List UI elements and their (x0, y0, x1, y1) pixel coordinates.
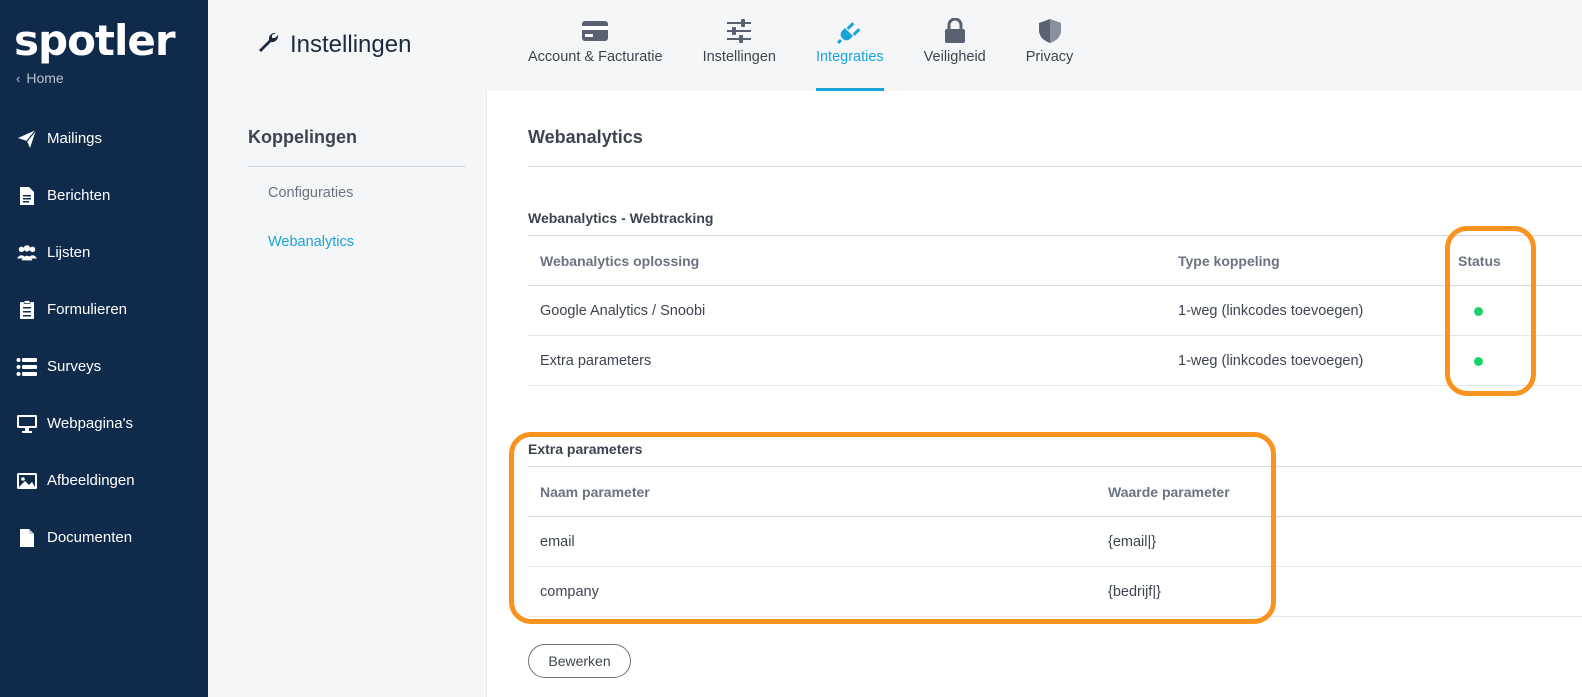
sidebar-item-webpaginas[interactable]: Webpagina's (0, 395, 208, 452)
tab-integraties[interactable]: Integraties (796, 0, 904, 91)
column-header-status: Status (1458, 253, 1501, 269)
main-divider (528, 166, 1582, 167)
edit-button[interactable]: Bewerken (528, 644, 631, 678)
page-title: Instellingen (256, 30, 411, 59)
webtracking-title: Webanalytics - Webtracking (528, 210, 714, 226)
table-row: company {bedrijf|} (528, 567, 1582, 617)
tab-instellingen[interactable]: Instellingen (683, 0, 796, 91)
subnav-title: Koppelingen (248, 127, 357, 147)
spotler-logo[interactable]: spotler (14, 16, 176, 65)
solution-cell: Google Analytics / Snoobi (540, 303, 706, 319)
sidebar-item-formulieren[interactable]: Formulieren (0, 281, 208, 338)
header: Instellingen Account & Facturatie Instel… (208, 0, 1582, 91)
param-name-cell: email (540, 534, 575, 550)
tab-label: Privacy (1025, 49, 1074, 65)
sidebar-item-lijsten[interactable]: Lijsten (0, 224, 208, 281)
param-value-cell: {email|} (1108, 534, 1157, 550)
subnav-panel: Koppelingen Configuraties Webanalytics (208, 91, 486, 697)
table-header-row: Naam parameter Waarde parameter (528, 467, 1582, 517)
shield-icon (1038, 18, 1062, 44)
settings-tabs: Account & Facturatie Instellingen Integr… (508, 0, 1093, 91)
table-row: Extra parameters 1-weg (linkcodes toevoe… (528, 336, 1582, 386)
chevron-left-icon: ‹ (16, 71, 21, 86)
sidebar: spotler ‹ Home Mailings Berichten Lijsten (0, 0, 208, 697)
wrench-icon (256, 30, 280, 59)
column-header-solution: Webanalytics oplossing (540, 253, 700, 269)
tab-privacy[interactable]: Privacy (1006, 0, 1094, 91)
main-title: Webanalytics (528, 127, 643, 147)
sidebar-item-afbeeldingen[interactable]: Afbeeldingen (0, 452, 208, 509)
monitor-icon (16, 413, 38, 435)
param-value-cell: {bedrijf|} (1108, 584, 1161, 600)
tab-label: Veiligheid (923, 49, 986, 65)
subnav-item-configuraties[interactable]: Configuraties (268, 185, 353, 201)
home-link[interactable]: ‹ Home (16, 70, 64, 86)
subnav-item-webanalytics[interactable]: Webanalytics (268, 234, 354, 250)
credit-card-icon (581, 18, 609, 44)
sidebar-item-documenten[interactable]: Documenten (0, 509, 208, 566)
sidebar-nav: Mailings Berichten Lijsten Formulieren S… (0, 110, 208, 566)
column-header-type: Type koppeling (1178, 253, 1280, 269)
tab-label: Integraties (815, 49, 884, 65)
sidebar-item-label: Berichten (47, 187, 111, 204)
lock-icon (944, 18, 966, 44)
status-cell (1474, 286, 1483, 336)
sidebar-item-berichten[interactable]: Berichten (0, 167, 208, 224)
sidebar-item-label: Lijsten (47, 244, 91, 261)
tab-label: Instellingen (702, 49, 776, 65)
status-active-dot (1474, 356, 1483, 366)
plug-icon (836, 18, 863, 44)
column-header-name: Naam parameter (540, 484, 650, 500)
type-cell: 1-weg (linkcodes toevoegen) (1178, 303, 1364, 319)
status-active-dot (1474, 306, 1483, 316)
subnav-divider (248, 166, 466, 167)
status-cell (1474, 336, 1483, 386)
sidebar-item-label: Documenten (47, 529, 133, 546)
users-icon (16, 242, 38, 264)
table-row: email {email|} (528, 517, 1582, 567)
sidebar-item-label: Formulieren (47, 301, 128, 318)
sidebar-item-label: Afbeeldingen (47, 472, 135, 489)
sidebar-item-label: Webpagina's (47, 415, 133, 432)
webtracking-table: Webanalytics oplossing Type koppeling St… (528, 235, 1582, 386)
table-row: Google Analytics / Snoobi 1-weg (linkcod… (528, 286, 1582, 336)
document-icon (16, 185, 38, 207)
column-header-value: Waarde parameter (1108, 484, 1230, 500)
main-content: Webanalytics Webanalytics - Webtracking … (486, 91, 1582, 697)
tab-veiligheid[interactable]: Veiligheid (904, 0, 1006, 91)
sliders-icon (726, 18, 752, 44)
sidebar-item-label: Surveys (47, 358, 102, 375)
sidebar-item-label: Mailings (47, 130, 103, 147)
table-header-row: Webanalytics oplossing Type koppeling St… (528, 236, 1582, 286)
sidebar-item-surveys[interactable]: Surveys (0, 338, 208, 395)
image-icon (16, 470, 38, 492)
param-name-cell: company (540, 584, 599, 600)
form-icon (16, 299, 38, 321)
tab-label: Account & Facturatie (528, 49, 663, 65)
type-cell: 1-weg (linkcodes toevoegen) (1178, 353, 1364, 369)
extra-params-table: Naam parameter Waarde parameter email {e… (528, 466, 1582, 617)
survey-icon (16, 356, 38, 378)
file-icon (16, 527, 38, 549)
solution-cell: Extra parameters (540, 353, 652, 369)
paper-plane-icon (16, 128, 38, 150)
tab-account-facturatie[interactable]: Account & Facturatie (508, 0, 683, 91)
page-title-text: Instellingen (290, 30, 412, 58)
sidebar-item-mailings[interactable]: Mailings (0, 110, 208, 167)
extra-params-title: Extra parameters (528, 441, 643, 457)
home-label: Home (26, 70, 64, 86)
